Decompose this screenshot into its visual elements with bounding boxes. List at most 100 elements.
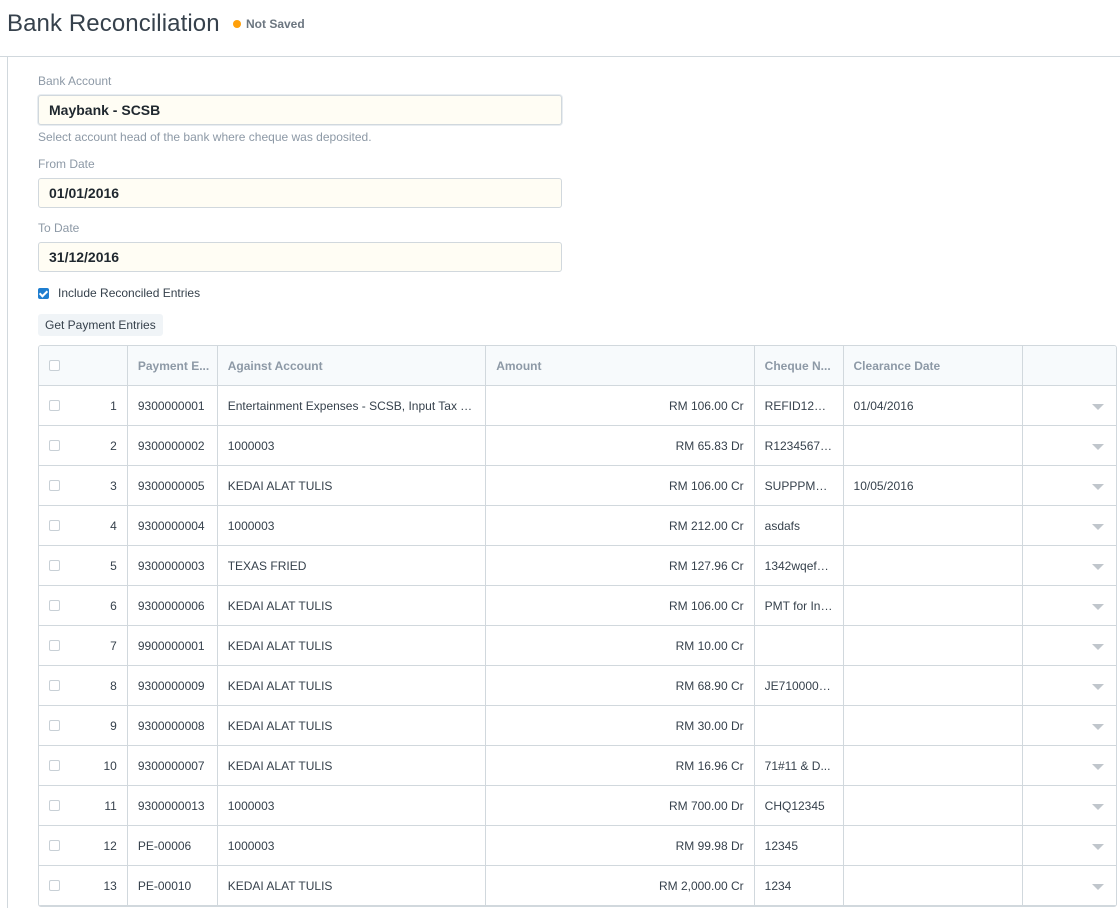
cheque-number-cell[interactable]: 1342wqefe... [755,546,844,585]
clearance-date-cell[interactable] [844,866,1024,905]
table-row[interactable]: 4 9300000004 1000003 RM 212.00 Cr asdafs [39,506,1116,546]
cheque-number-cell[interactable]: JE71000000... [755,666,844,705]
against-account-cell[interactable]: Entertainment Expenses - SCSB, Input Tax… [218,386,487,425]
caret-down-icon[interactable] [1092,563,1105,570]
clearance-date-cell[interactable]: 10/05/2016 [844,466,1024,505]
table-row[interactable]: 13 PE-00010 KEDAI ALAT TULIS RM 2,000.00 Cr… [39,866,1116,906]
caret-down-icon[interactable] [1092,523,1105,530]
clearance-date-cell[interactable] [844,586,1024,625]
caret-down-icon[interactable] [1092,403,1105,410]
caret-down-icon[interactable] [1092,683,1105,690]
row-checkbox[interactable] [49,840,60,851]
amount-cell[interactable]: RM 106.00 Cr [486,386,755,425]
clearance-date-cell[interactable]: 01/04/2016 [844,386,1024,425]
table-row[interactable]: 12 PE-00006 1000003 RM 99.98 Dr 12345 [39,826,1116,866]
amount-cell[interactable]: RM 99.98 Dr [486,826,755,865]
clearance-date-cell[interactable] [844,546,1024,585]
amount-cell[interactable]: RM 127.96 Cr [486,546,755,585]
table-row[interactable]: 2 9300000002 1000003 RM 65.83 Dr R12345677..… [39,426,1116,466]
amount-cell[interactable]: RM 700.00 Dr [486,786,755,825]
caret-down-icon[interactable] [1092,643,1105,650]
against-account-cell[interactable]: KEDAI ALAT TULIS [218,626,487,665]
row-checkbox[interactable] [49,440,60,451]
caret-down-icon[interactable] [1092,603,1105,610]
row-checkbox[interactable] [49,480,60,491]
clearance-date-cell[interactable] [844,706,1024,745]
caret-down-icon[interactable] [1092,443,1105,450]
include-reconciled-checkbox[interactable] [38,287,49,299]
row-checkbox[interactable] [49,680,60,691]
table-row[interactable]: 7 9900000001 KEDAI ALAT TULIS RM 10.00 Cr [39,626,1116,666]
clearance-date-cell[interactable] [844,426,1024,465]
payment-entry-cell[interactable]: 9900000001 [128,626,218,665]
caret-down-icon[interactable] [1092,803,1105,810]
amount-cell[interactable]: RM 68.90 Cr [486,666,755,705]
payment-entry-cell[interactable]: 9300000002 [128,426,218,465]
amount-cell[interactable]: RM 16.96 Cr [486,746,755,785]
caret-down-icon[interactable] [1092,883,1105,890]
include-reconciled-row[interactable]: Include Reconciled Entries [38,286,200,300]
to-date-field[interactable]: 31/12/2016 [38,242,562,272]
amount-cell[interactable]: RM 10.00 Cr [486,626,755,665]
caret-down-icon[interactable] [1092,843,1105,850]
clearance-date-cell[interactable] [844,746,1024,785]
table-row[interactable]: 11 9300000013 1000003 RM 700.00 Dr CHQ12345 [39,786,1116,826]
row-checkbox[interactable] [49,800,60,811]
row-checkbox[interactable] [49,720,60,731]
clearance-date-cell[interactable] [844,666,1024,705]
amount-cell[interactable]: RM 212.00 Cr [486,506,755,545]
payment-entry-cell[interactable]: 9300000013 [128,786,218,825]
table-row[interactable]: 3 9300000005 KEDAI ALAT TULIS RM 106.00 Cr S… [39,466,1116,506]
bank-account-field[interactable]: Maybank - SCSB [38,95,562,125]
amount-cell[interactable]: RM 65.83 Dr [486,426,755,465]
table-row[interactable]: 9 9300000008 KEDAI ALAT TULIS RM 30.00 Dr [39,706,1116,746]
cheque-number-cell[interactable] [755,626,844,665]
payment-entry-cell[interactable]: 9300000007 [128,746,218,785]
against-account-cell[interactable]: KEDAI ALAT TULIS [218,866,487,905]
cheque-number-cell[interactable]: 1234 [755,866,844,905]
against-account-cell[interactable]: 1000003 [218,426,487,465]
payment-entry-cell[interactable]: PE-00010 [128,866,218,905]
row-checkbox[interactable] [49,640,60,651]
against-account-cell[interactable]: KEDAI ALAT TULIS [218,666,487,705]
clearance-date-cell[interactable] [844,506,1024,545]
amount-cell[interactable]: RM 106.00 Cr [486,466,755,505]
clearance-date-cell[interactable] [844,826,1024,865]
against-account-cell[interactable]: 1000003 [218,826,487,865]
payment-entry-cell[interactable]: 9300000003 [128,546,218,585]
payment-entry-cell[interactable]: 9300000004 [128,506,218,545]
against-account-cell[interactable]: KEDAI ALAT TULIS [218,586,487,625]
payment-entry-cell[interactable]: 9300000005 [128,466,218,505]
row-checkbox[interactable] [49,520,60,531]
cheque-number-cell[interactable]: asdafs [755,506,844,545]
against-account-cell[interactable]: TEXAS FRIED [218,546,487,585]
cheque-number-cell[interactable]: 12345 [755,826,844,865]
cheque-number-cell[interactable] [755,706,844,745]
payment-entry-cell[interactable]: PE-00006 [128,826,218,865]
cheque-number-cell[interactable]: REFID12345... [755,386,844,425]
row-checkbox[interactable] [49,760,60,771]
amount-cell[interactable]: RM 106.00 Cr [486,586,755,625]
against-account-cell[interactable]: KEDAI ALAT TULIS [218,466,487,505]
table-row[interactable]: 6 9300000006 KEDAI ALAT TULIS RM 106.00 Cr P… [39,586,1116,626]
payment-entry-cell[interactable]: 9300000001 [128,386,218,425]
table-row[interactable]: 10 9300000007 KEDAI ALAT TULIS RM 16.96 Cr 7… [39,746,1116,786]
from-date-field[interactable]: 01/01/2016 [38,178,562,208]
against-account-cell[interactable]: 1000003 [218,506,487,545]
cheque-number-cell[interactable]: PMT for Inv... [755,586,844,625]
row-checkbox[interactable] [49,880,60,891]
table-row[interactable]: 8 9300000009 KEDAI ALAT TULIS RM 68.90 Cr JE… [39,666,1116,706]
select-all-checkbox[interactable] [49,360,60,371]
amount-cell[interactable]: RM 2,000.00 Cr [486,866,755,905]
against-account-cell[interactable]: 1000003 [218,786,487,825]
row-checkbox[interactable] [49,400,60,411]
cheque-number-cell[interactable]: R12345677... [755,426,844,465]
clearance-date-cell[interactable] [844,786,1024,825]
row-checkbox[interactable] [49,600,60,611]
against-account-cell[interactable]: KEDAI ALAT TULIS [218,746,487,785]
amount-cell[interactable]: RM 30.00 Dr [486,706,755,745]
caret-down-icon[interactable] [1092,483,1105,490]
caret-down-icon[interactable] [1092,723,1105,730]
table-row[interactable]: 1 9300000001 Entertainment Expenses - SCSB… [39,386,1116,426]
cheque-number-cell[interactable]: 71#11 & D... [755,746,844,785]
